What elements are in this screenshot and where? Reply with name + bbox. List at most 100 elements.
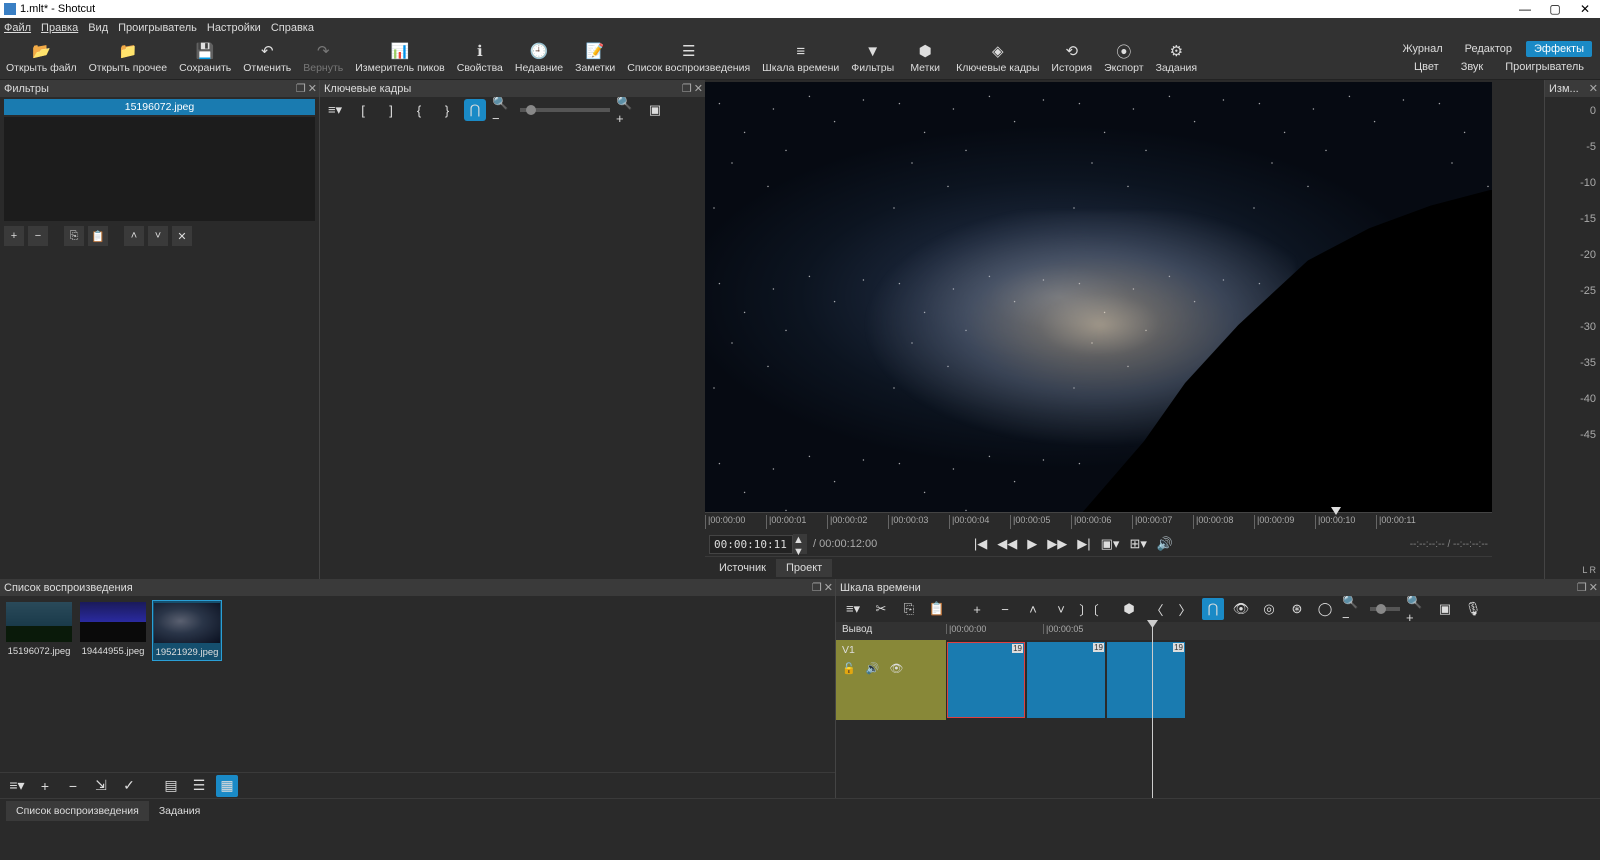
menu-file[interactable]: Файл: [4, 22, 31, 34]
mode-player[interactable]: Проигрыватель: [1497, 59, 1592, 75]
kf-snap-button[interactable]: ⋂: [464, 99, 486, 121]
pl-view-detail-button[interactable]: ▤: [160, 775, 182, 797]
close-panel-icon[interactable]: ✕: [824, 581, 833, 594]
track-head-v1[interactable]: V1 🔓 🔊 👁: [836, 640, 946, 720]
recent-button[interactable]: 🕘Недавние: [509, 40, 569, 76]
track-mute-icon[interactable]: 🔊: [866, 662, 880, 675]
playlist-clip[interactable]: 15196072.jpeg: [4, 600, 74, 659]
tl-next-marker-button[interactable]: 〉: [1174, 598, 1196, 620]
kf-brace-close-button[interactable]: }: [436, 99, 458, 121]
tl-record-button[interactable]: 🎙: [1462, 598, 1484, 620]
menu-player[interactable]: Проигрыватель: [118, 22, 197, 34]
export-button[interactable]: ⦿Экспорт: [1098, 40, 1149, 76]
undock-icon[interactable]: ❐: [812, 581, 822, 594]
timeline-playhead[interactable]: [1152, 622, 1153, 798]
copy-filter-button[interactable]: ⎘: [64, 226, 84, 246]
tl-overwrite-button[interactable]: ˅: [1050, 598, 1072, 620]
markers-button[interactable]: ⬢Метки: [900, 40, 950, 76]
tl-paste-button[interactable]: 📋: [926, 598, 948, 620]
tl-menu-button[interactable]: ≡▾: [842, 598, 864, 620]
pl-remove-button[interactable]: −: [62, 775, 84, 797]
add-filter-button[interactable]: +: [4, 226, 24, 246]
kf-menu-button[interactable]: ≡▾: [324, 99, 346, 121]
move-filter-down-button[interactable]: ˅: [148, 226, 168, 246]
tl-append-button[interactable]: +: [966, 598, 988, 620]
close-panel-icon[interactable]: ✕: [1589, 82, 1598, 95]
track-hide-icon[interactable]: 👁: [889, 662, 903, 675]
mode-log[interactable]: Журнал: [1394, 41, 1450, 57]
kf-set-in-button[interactable]: [: [352, 99, 374, 121]
undock-icon[interactable]: ❐: [682, 82, 692, 95]
skip-end-button[interactable]: ▶|: [1077, 536, 1090, 552]
maximize-button[interactable]: ▢: [1540, 0, 1570, 18]
save-button[interactable]: 💾Сохранить: [173, 40, 237, 76]
peak-meter-button[interactable]: 📊Измеритель пиков: [349, 40, 451, 76]
playlist-clip[interactable]: 19444955.jpeg: [78, 600, 148, 659]
open-file-button[interactable]: 📂Открыть файл: [0, 40, 83, 76]
close-panel-icon[interactable]: ✕: [308, 82, 317, 95]
jobs-button[interactable]: ⚙Задания: [1150, 40, 1204, 76]
redo-button[interactable]: ↷Вернуть: [297, 40, 349, 76]
fast-forward-button[interactable]: ▶▶: [1047, 536, 1067, 552]
tl-remove-button[interactable]: −: [994, 598, 1016, 620]
mode-color[interactable]: Цвет: [1406, 59, 1447, 75]
keyframes-button[interactable]: ◈Ключевые кадры: [950, 40, 1045, 76]
pl-menu-button[interactable]: ≡▾: [6, 775, 28, 797]
pl-check-button[interactable]: ✓: [118, 775, 140, 797]
tl-split-button[interactable]: 〕〔: [1078, 598, 1100, 620]
paste-filter-button[interactable]: 📋: [88, 226, 108, 246]
menu-settings[interactable]: Настройки: [207, 22, 261, 34]
playlist-button[interactable]: ☰Список воспроизведения: [621, 40, 756, 76]
undock-icon[interactable]: ❐: [296, 82, 306, 95]
kf-zoom-in-button[interactable]: 🔍+: [616, 99, 638, 121]
tl-lift-button[interactable]: ˄: [1022, 598, 1044, 620]
pl-view-grid-button[interactable]: ▦: [216, 775, 238, 797]
volume-button[interactable]: 🔊: [1157, 536, 1173, 552]
tl-copy-button[interactable]: ⎘: [898, 598, 920, 620]
tab-source[interactable]: Источник: [709, 559, 776, 577]
mode-audio[interactable]: Звук: [1453, 59, 1492, 75]
skip-start-button[interactable]: |◀: [974, 536, 987, 552]
tab-project[interactable]: Проект: [776, 559, 832, 577]
tl-ripple-markers-button[interactable]: ◯: [1314, 598, 1336, 620]
kf-set-out-button[interactable]: ]: [380, 99, 402, 121]
mode-effects[interactable]: Эффекты: [1526, 41, 1592, 57]
history-button[interactable]: ⟲История: [1045, 40, 1098, 76]
open-other-button[interactable]: 📁Открыть прочее: [83, 40, 173, 76]
deselect-filter-button[interactable]: ✕: [172, 226, 192, 246]
tl-zoom-slider[interactable]: [1370, 607, 1400, 611]
filter-clip-selected[interactable]: 15196072.jpeg: [4, 99, 315, 115]
filters-button[interactable]: ▼Фильтры: [845, 40, 900, 76]
playlist-clip-selected[interactable]: 19521929.jpeg: [152, 600, 222, 661]
pl-add-button[interactable]: +: [34, 775, 56, 797]
grid-dropdown-button[interactable]: ⊞▾: [1129, 536, 1146, 552]
pl-update-button[interactable]: ⇲: [90, 775, 112, 797]
tl-scrub-button[interactable]: 👁: [1230, 598, 1252, 620]
bottom-tab-playlist[interactable]: Список воспроизведения: [6, 801, 149, 821]
close-panel-icon[interactable]: ✕: [694, 82, 703, 95]
bottom-tab-jobs[interactable]: Задания: [149, 801, 211, 821]
notes-button[interactable]: 📝Заметки: [569, 40, 621, 76]
menu-help[interactable]: Справка: [271, 22, 314, 34]
tl-ripple-button[interactable]: ◎: [1258, 598, 1280, 620]
minimize-button[interactable]: —: [1510, 0, 1540, 18]
timeline-clip[interactable]: 19: [1027, 642, 1105, 718]
pl-view-list-button[interactable]: ☰: [188, 775, 210, 797]
tl-snap-button[interactable]: ⋂: [1202, 598, 1224, 620]
play-button[interactable]: ▶: [1027, 536, 1037, 552]
track-lock-icon[interactable]: 🔓: [842, 662, 856, 675]
kf-brace-open-button[interactable]: {: [408, 99, 430, 121]
tl-ripple-all-button[interactable]: ⊛: [1286, 598, 1308, 620]
remove-filter-button[interactable]: −: [28, 226, 48, 246]
timeline-clip-selected[interactable]: 19: [947, 642, 1025, 718]
close-button[interactable]: ✕: [1570, 0, 1600, 18]
rewind-button[interactable]: ◀◀: [997, 536, 1017, 552]
timecode-spinner[interactable]: ▲▼: [793, 534, 807, 554]
timecode-input[interactable]: [709, 535, 793, 554]
move-filter-up-button[interactable]: ˄: [124, 226, 144, 246]
close-panel-icon[interactable]: ✕: [1589, 581, 1598, 594]
timeline-clip[interactable]: 19: [1107, 642, 1185, 718]
mode-editor[interactable]: Редактор: [1457, 41, 1520, 57]
tl-zoom-fit-button[interactable]: ▣: [1434, 598, 1456, 620]
undock-icon[interactable]: ❐: [1577, 581, 1587, 594]
